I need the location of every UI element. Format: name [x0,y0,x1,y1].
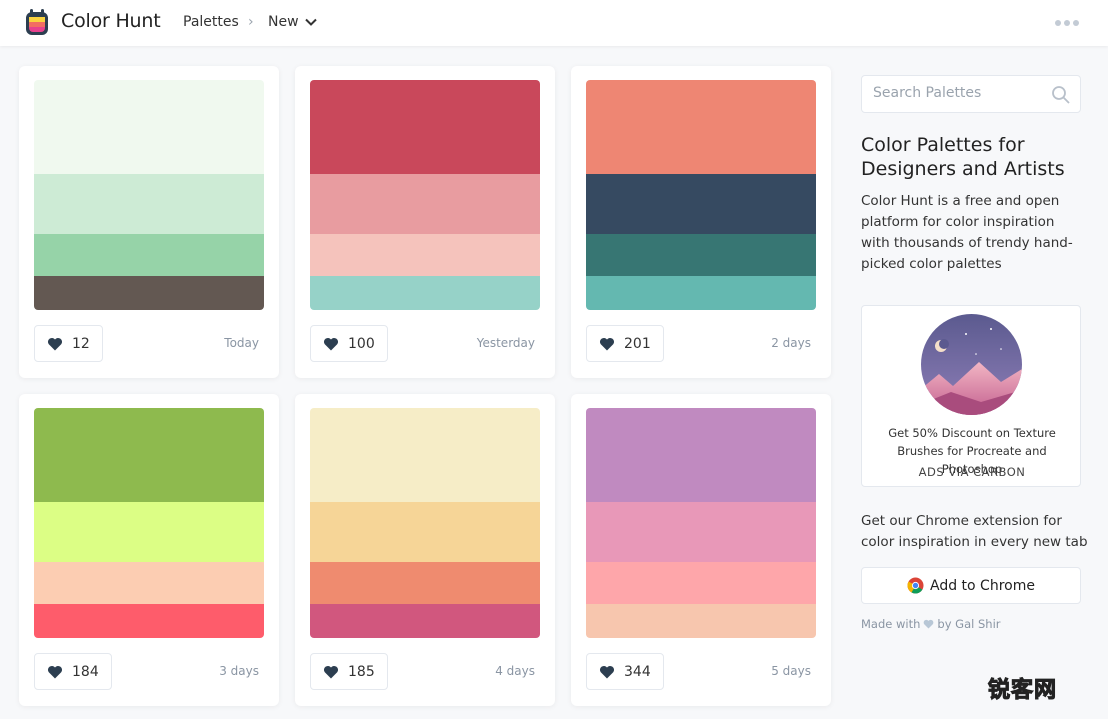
color-palette[interactable] [586,80,816,310]
color-palette[interactable] [310,408,540,638]
ad-illustration-image[interactable] [921,314,1022,415]
palette-date: Yesterday [476,336,535,350]
color-swatch[interactable] [310,80,540,174]
carbon-ad[interactable]: Get 50% Discount on Texture Brushes for … [861,305,1081,487]
color-swatch[interactable] [34,502,264,562]
heart-icon [323,337,339,350]
chevron-down-icon [304,18,317,26]
palette-date: 4 days [495,664,535,678]
more-menu-button[interactable] [1055,20,1079,26]
color-swatch[interactable] [310,408,540,502]
like-button[interactable]: 12 [34,325,103,362]
breadcrumb-separator: › [248,14,254,30]
color-swatch[interactable] [310,502,540,562]
heart-icon [599,665,615,678]
like-count: 344 [624,663,651,680]
more-dots-icon [1055,20,1061,26]
palette-card: 185 4 days [295,394,555,706]
add-to-chrome-label: Add to Chrome [930,577,1035,594]
search-box[interactable] [861,75,1081,113]
color-swatch[interactable] [34,408,264,502]
sort-new-dropdown[interactable]: New [268,14,317,30]
sidebar-title: Color Palettes for Designers and Artists [861,134,1065,180]
color-swatch[interactable] [34,80,264,174]
like-count: 12 [72,335,90,352]
nav-palettes-link[interactable]: Palettes [183,14,239,30]
chrome-extension-text: Get our Chrome extension for color inspi… [861,513,1088,550]
like-count: 184 [72,663,99,680]
color-swatch[interactable] [34,276,264,310]
color-swatch[interactable] [586,502,816,562]
color-swatch[interactable] [586,408,816,502]
brand-name[interactable]: Color Hunt [61,10,161,32]
color-swatch[interactable] [586,174,816,234]
color-palette[interactable] [586,408,816,638]
like-count: 100 [348,335,375,352]
color-swatch[interactable] [310,276,540,310]
palette-date: Today [224,336,259,350]
palette-card: 12 Today [19,66,279,378]
watermark-logo: 锐客网 [987,678,1058,704]
add-to-chrome-button[interactable]: Add to Chrome [861,567,1081,604]
palette-card: 344 5 days [571,394,831,706]
heart-icon [47,665,63,678]
color-swatch[interactable] [310,174,540,234]
search-icon[interactable] [1051,85,1071,105]
color-palette[interactable] [34,80,264,310]
color-hunt-logo-icon[interactable] [22,8,52,38]
heart-icon [323,665,339,678]
made-with-prefix: Made with [861,617,921,631]
palette-date: 2 days [771,336,811,350]
ads-via-carbon-link[interactable]: ADS VIA CARBON [862,465,1082,479]
color-palette[interactable] [310,80,540,310]
top-header: Color Hunt Palettes › New [0,0,1108,46]
palette-date: 3 days [219,664,259,678]
author-link[interactable]: by Gal Shir [937,617,1000,631]
color-swatch[interactable] [310,562,540,604]
like-button[interactable]: 184 [34,653,112,690]
chrome-icon [907,577,924,594]
like-button[interactable]: 201 [586,325,664,362]
sort-new-label: New [268,14,299,30]
color-swatch[interactable] [586,80,816,174]
color-palette[interactable] [34,408,264,638]
like-button[interactable]: 100 [310,325,388,362]
color-swatch[interactable] [586,234,816,276]
color-swatch[interactable] [310,234,540,276]
color-swatch[interactable] [34,562,264,604]
palette-card: 201 2 days [571,66,831,378]
color-swatch[interactable] [586,562,816,604]
color-swatch[interactable] [586,604,816,638]
search-input[interactable] [873,85,1048,101]
heart-icon [599,337,615,350]
made-with-credit: Made with by Gal Shir [861,617,1001,631]
color-swatch[interactable] [34,174,264,234]
palette-card: 100 Yesterday [295,66,555,378]
color-swatch[interactable] [310,604,540,638]
sidebar-description: Color Hunt is a free and open platform f… [861,193,1073,272]
like-count: 201 [624,335,651,352]
color-swatch[interactable] [34,234,264,276]
palette-date: 5 days [771,664,811,678]
like-button[interactable]: 185 [310,653,388,690]
heart-icon [924,619,934,629]
like-button[interactable]: 344 [586,653,664,690]
heart-icon [47,337,63,350]
like-count: 185 [348,663,375,680]
palette-card: 184 3 days [19,394,279,706]
color-swatch[interactable] [34,604,264,638]
color-swatch[interactable] [586,276,816,310]
